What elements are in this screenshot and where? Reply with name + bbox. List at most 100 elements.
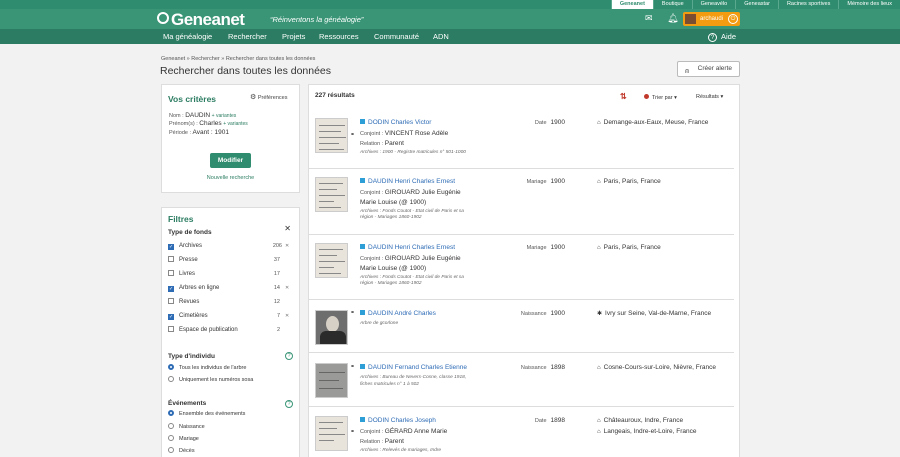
- top-strip: Geneanet Boutique Geneavélo Geneastar Ra…: [0, 0, 900, 9]
- breadcrumb[interactable]: Geneanet » Rechercher » Rechercher dans …: [161, 56, 315, 62]
- result-spouse: Conjoint : VINCENT Rose Adèle: [360, 130, 449, 137]
- tagline: “Réinventons la généalogie”: [270, 15, 364, 24]
- divider: [309, 406, 734, 407]
- couple-icon: ⚭: [350, 429, 356, 435]
- portrait-thumbnail[interactable]: [315, 310, 348, 345]
- result-source-cont: région - Mariages 1860-1902: [360, 281, 422, 286]
- document-thumbnail[interactable]: [315, 363, 348, 398]
- close-icon[interactable]: ✕: [284, 224, 291, 233]
- result-event: Mariage 1900: [526, 178, 565, 185]
- nav-ma-genealogie[interactable]: Ma généalogie: [163, 29, 212, 44]
- result-place: ⌂ Demange-aux-Eaux, Meuse, France: [597, 119, 709, 126]
- nav-communaute[interactable]: Communauté: [374, 29, 419, 44]
- result-name[interactable]: DODIN Charles Victor: [360, 119, 431, 126]
- remove-filter-icon[interactable]: ✕: [285, 243, 289, 249]
- checkbox-icon: ✓: [168, 314, 174, 320]
- new-search-link[interactable]: Nouvelle recherche: [162, 175, 299, 181]
- preferences-link[interactable]: ⚙ Préférences: [250, 93, 287, 101]
- result-event: Naissance 1900: [520, 310, 565, 317]
- result-source-cont: région - Mariages 1860-1902: [360, 215, 422, 220]
- home-icon: ⌂: [597, 245, 601, 251]
- tab-geneavelo[interactable]: Geneavélo: [691, 0, 736, 9]
- nav-projets[interactable]: Projets: [282, 29, 305, 44]
- help-link[interactable]: ? Aide: [708, 29, 736, 44]
- filter-revues[interactable]: Revues: [168, 298, 199, 306]
- result-place: ⌂ Paris, Paris, France: [597, 244, 661, 251]
- sort-dropdown[interactable]: Trier par ▾: [644, 94, 677, 101]
- result-source: Archives : Fonds Coutot - Etat civil de …: [360, 209, 464, 214]
- modify-button[interactable]: Modifier: [210, 153, 251, 168]
- help-icon[interactable]: ?: [285, 352, 293, 360]
- radio-naissance[interactable]: Naissance: [168, 423, 205, 431]
- result-place: ⌂ Châteauroux, Indre, France: [597, 417, 684, 424]
- result-name[interactable]: DODIN Charles Joseph: [360, 417, 436, 424]
- filter-presse[interactable]: Presse: [168, 256, 198, 264]
- radio-mariage[interactable]: Mariage: [168, 435, 199, 443]
- nav-adn[interactable]: ADN: [433, 29, 449, 44]
- radio-sosa[interactable]: Uniquement les numéros sosa: [168, 376, 253, 384]
- nav-ressources[interactable]: Ressources: [319, 29, 359, 44]
- result-source: Archives : Fonds Coutot - Etat civil de …: [360, 275, 464, 280]
- tab-geneanet[interactable]: Geneanet: [610, 0, 653, 9]
- filter-cimetieres[interactable]: ✓ Cimetières: [168, 312, 208, 320]
- document-thumbnail[interactable]: [315, 177, 348, 212]
- individu-title: Type d'individu: [168, 353, 215, 360]
- logo[interactable]: Geneanet: [157, 10, 245, 30]
- remove-filter-icon[interactable]: ✕: [285, 285, 289, 291]
- document-thumbnail[interactable]: [315, 118, 348, 153]
- create-alert-button[interactable]: ⍝ Créer alerte: [677, 61, 740, 77]
- tab-geneastar[interactable]: Geneastar: [735, 0, 778, 9]
- results-count: 227 résultats: [315, 92, 355, 99]
- result-name[interactable]: DAUDIN Fernand Charles Etienne: [360, 364, 467, 371]
- home-icon: ⌂: [597, 120, 601, 126]
- document-thumbnail[interactable]: [315, 243, 348, 278]
- prenom-variants-link[interactable]: + variantes: [223, 121, 248, 127]
- divider: [309, 352, 734, 353]
- nav-rechercher[interactable]: Rechercher: [228, 29, 267, 44]
- result-event: Date 1900: [534, 119, 565, 126]
- help-icon[interactable]: ?: [285, 400, 293, 408]
- radio-deces[interactable]: Décès: [168, 447, 195, 455]
- count-espace-publication: 2: [276, 327, 280, 333]
- fonds-title: Type de fonds: [168, 229, 212, 236]
- radio-tous-individus[interactable]: Tous les individus de l'arbre: [168, 364, 246, 372]
- mail-icon[interactable]: ✉: [645, 13, 653, 23]
- couple-icon: ⚭: [350, 132, 356, 138]
- username: archaudi: [700, 16, 724, 22]
- filter-archives[interactable]: ✓ Archives: [168, 242, 202, 250]
- result-name[interactable]: DAUDIN André Charles: [360, 310, 436, 317]
- filter-espace-publication[interactable]: Espace de publication: [168, 326, 238, 334]
- source-icon: [360, 178, 365, 183]
- radio-all-events[interactable]: Ensemble des événements: [168, 410, 245, 418]
- help-icon: ?: [708, 33, 717, 42]
- results-dropdown[interactable]: Résultats ▾: [696, 94, 723, 100]
- checkbox-icon: [168, 326, 174, 332]
- header: [0, 9, 900, 29]
- result-name[interactable]: DAUDIN Henri Charles Ernest: [360, 244, 455, 251]
- result-spouse: Conjoint : GIROUARD Julie Eugénie: [360, 255, 461, 262]
- sort-icon[interactable]: ⇅: [620, 92, 627, 101]
- filter-arbres[interactable]: ✓ Arbres en ligne: [168, 284, 219, 292]
- result-spouse-cont: Marie Louise (@ 1900): [360, 265, 427, 272]
- result-relation: Relation : Parent: [360, 438, 404, 445]
- tab-memoire-des-lieux[interactable]: Mémoire des lieux: [838, 0, 900, 9]
- result-event: Date 1898: [534, 417, 565, 424]
- power-icon[interactable]: ⏻: [728, 14, 738, 24]
- criteria-panel: Vos critères ⚙ Préférences Nom : DAUDIN …: [161, 84, 300, 193]
- tab-boutique[interactable]: Boutique: [652, 0, 692, 9]
- nom-variants-link[interactable]: + variantes: [212, 113, 237, 119]
- radio-icon: [168, 423, 174, 429]
- tab-racines-sportives[interactable]: Racines sportives: [777, 0, 838, 9]
- remove-filter-icon[interactable]: ✕: [285, 313, 289, 319]
- result-name[interactable]: DAUDIN Henri Charles Ernest: [360, 178, 455, 185]
- home-icon: ⌂: [597, 179, 601, 185]
- page-title: Rechercher dans toutes les données: [160, 65, 332, 77]
- document-thumbnail[interactable]: [315, 416, 348, 451]
- filter-livres[interactable]: Livres: [168, 270, 195, 278]
- gear-icon: ⚙: [250, 94, 257, 101]
- user-menu[interactable]: archaudi ⏻: [683, 12, 740, 26]
- count-presse: 37: [273, 257, 280, 263]
- checkbox-icon: ✓: [168, 244, 174, 250]
- result-source: Archives : 1900 - Registre matricules n°…: [360, 150, 466, 155]
- bell-icon[interactable]: 🔔︎: [667, 13, 678, 23]
